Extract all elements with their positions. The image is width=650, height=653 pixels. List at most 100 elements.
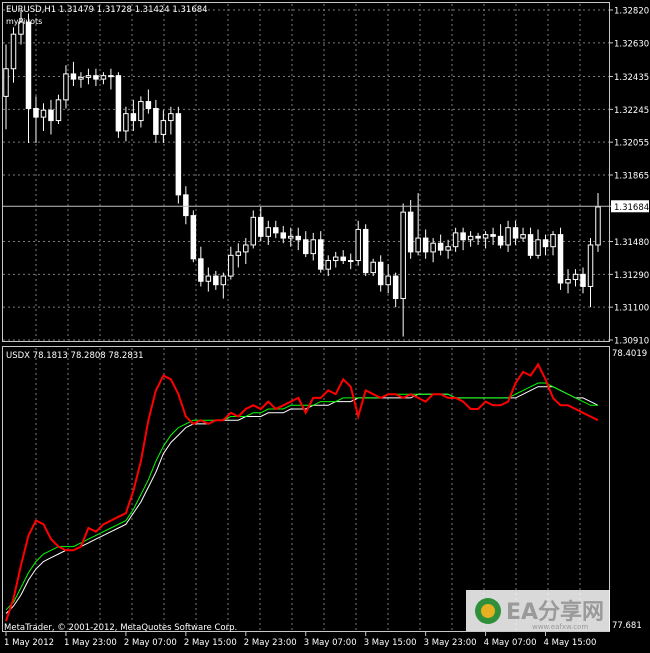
candle-body-up — [138, 101, 144, 122]
candle-body-up — [78, 76, 84, 80]
candle-body-down — [490, 234, 496, 237]
y-tick-label: 1.31100 — [614, 304, 649, 314]
candle-body-up — [168, 113, 174, 122]
candle-body-up — [332, 256, 339, 262]
usdx-header: USDX 78.1813 78.2808 78.2831 — [6, 351, 144, 361]
candle-body-down — [93, 75, 99, 80]
candle-body-down — [302, 239, 309, 255]
usdx-tick-label: 77.681 — [612, 621, 642, 631]
candle-body-up — [63, 73, 69, 101]
candle-body-down — [198, 258, 204, 282]
candle-body-up — [235, 251, 242, 256]
candle-body-down — [422, 237, 429, 253]
x-tick-label: 2 May 23:00 — [244, 638, 297, 648]
y-tick-label: 1.32435 — [614, 73, 649, 83]
candle-body-down — [273, 227, 279, 234]
candle-body-down — [25, 21, 32, 109]
candle-body-down — [70, 73, 77, 80]
candle-body-down — [362, 228, 369, 274]
x-tick-label: 3 May 15:00 — [364, 638, 417, 648]
candle-body-down — [153, 107, 159, 135]
y-tick-label: 1.32245 — [614, 106, 649, 116]
candle-body-down — [527, 234, 534, 256]
candle-body-down — [557, 234, 564, 284]
candle-body-down — [213, 275, 219, 286]
candle-body-up — [85, 75, 92, 78]
x-tick-label: 2 May 07:00 — [124, 638, 177, 648]
candle-body-down — [258, 216, 264, 237]
chart-background — [0, 0, 650, 653]
candle-body-down — [145, 101, 152, 109]
candle-body-up — [220, 275, 227, 286]
copyright-text: MetaTrader, © 2001-2012, MetaQuotes Soft… — [4, 623, 237, 633]
candle-body-up — [355, 228, 361, 262]
candle-body-down — [580, 273, 586, 287]
x-tick-label: 4 May 15:00 — [544, 638, 597, 648]
candle-body-down — [183, 194, 189, 217]
x-tick-label: 1 May 2012 — [4, 638, 54, 648]
candle-body-up — [10, 33, 17, 70]
candle-body-down — [407, 211, 414, 253]
candle-body-up — [310, 239, 316, 255]
candle-body-down — [437, 242, 444, 251]
candle-body-up — [415, 237, 421, 253]
watermark-url: www.eafxw.com — [532, 623, 588, 631]
candle-body-up — [445, 246, 451, 251]
candle-body-down — [460, 232, 466, 241]
x-tick-label: 3 May 23:00 — [424, 638, 477, 648]
candle-body-up — [452, 232, 459, 248]
candle-body-down — [190, 215, 197, 260]
candle-body-down — [115, 75, 122, 132]
candle — [190, 210, 197, 263]
y-tick-label: 1.32630 — [614, 39, 649, 49]
candle-body-up — [325, 260, 331, 270]
candle-body-up — [400, 211, 406, 300]
x-tick-label: 4 May 07:00 — [484, 638, 537, 648]
candle-body-up — [535, 239, 541, 256]
watermark-logo-core — [481, 604, 495, 618]
candle — [115, 72, 122, 138]
candle-body-up — [205, 275, 212, 282]
x-tick-label: 2 May 15:00 — [184, 638, 237, 648]
candle — [175, 106, 182, 204]
candle-body-up — [550, 234, 556, 248]
candle — [362, 224, 369, 277]
candle-body-up — [100, 75, 107, 80]
candle-body-down — [317, 239, 324, 270]
candle-body-down — [280, 232, 287, 239]
y-tick-label: 1.31865 — [614, 172, 649, 182]
candle-body-down — [295, 235, 302, 241]
candle-body-up — [467, 235, 474, 241]
candle-body-down — [48, 109, 54, 122]
candle-body-up — [505, 227, 511, 246]
y-tick-label: 1.30910 — [614, 337, 649, 347]
candle-body-up — [3, 68, 9, 97]
candle-body-up — [482, 234, 489, 239]
candle-body-up — [243, 244, 249, 253]
candle-body-up — [265, 227, 272, 237]
candle-body-down — [130, 113, 137, 122]
x-tick-label: 1 May 23:00 — [64, 638, 117, 648]
current-price-label: 1.31684 — [614, 203, 649, 213]
indicator-label: myPivots — [6, 17, 42, 26]
candle-body-up — [288, 235, 294, 239]
candle-body-up — [250, 216, 257, 246]
usdx-tick-label: 78.4019 — [612, 349, 647, 359]
candle — [557, 227, 564, 290]
candle-body-up — [347, 260, 354, 263]
candle-body-up — [520, 234, 526, 239]
candle-body-up — [370, 261, 376, 274]
candle-body-up — [430, 242, 436, 253]
y-tick-label: 1.31480 — [614, 238, 649, 248]
y-tick-label: 1.32820 — [614, 7, 649, 17]
candle-body-up — [595, 206, 601, 246]
candle-body-down — [542, 239, 549, 248]
candle-body-up — [123, 113, 129, 132]
symbol-header: EURUSD,H1 1.31479 1.31728 1.31424 1.3168… — [6, 5, 208, 15]
candle-body-up — [385, 275, 391, 286]
watermark-text: EA分享网 — [506, 599, 604, 625]
metatrader-chart[interactable]: 1.32820 1.32630 1.32435 1.32245 1.32055 1.318… — [0, 0, 650, 653]
candle-body-down — [392, 275, 399, 300]
candle-body-down — [340, 256, 346, 262]
candle-body-down — [33, 107, 39, 118]
